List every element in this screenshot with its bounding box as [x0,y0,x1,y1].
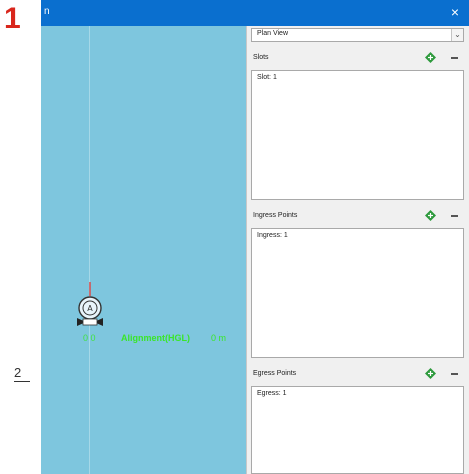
egress-label: Egress Points [253,370,297,377]
canvas-guide-line [89,26,90,474]
title-bar: n × [41,0,469,26]
distance-label: 0 m [211,333,227,343]
add-egress-button[interactable] [425,368,436,379]
chevron-down-icon[interactable]: ⌄ [451,29,463,41]
robot-label: A [87,304,93,313]
minus-icon [451,373,458,375]
slots-list[interactable]: Slot: 1 [251,70,464,200]
list-item[interactable]: Ingress: 1 [257,232,288,239]
side-marker: 2 [14,366,30,382]
remove-slot-button[interactable] [449,52,460,63]
list-item[interactable]: Slot: 1 [257,74,277,81]
view-select-value: Plan View [257,30,289,37]
app-window: n × A 0 0 Alignment(HGL) 0 m Plan View ⌄… [41,0,469,474]
close-icon[interactable]: × [451,4,459,20]
list-item[interactable]: Egress: 1 [257,390,287,397]
origin-coordinate-label: 0 0 [83,333,96,343]
view-select[interactable]: Plan View ⌄ [251,28,464,42]
side-marker-label: 2 [14,365,22,380]
remove-egress-button[interactable] [449,368,460,379]
minus-icon [451,215,458,217]
ingress-label: Ingress Points [253,212,298,219]
plan-canvas[interactable]: A 0 0 Alignment(HGL) 0 m [41,26,246,474]
properties-panel: Plan View ⌄ Slots Slot: 1 Ingress Points… [246,26,469,474]
ingress-list[interactable]: Ingress: 1 [251,228,464,358]
ingress-header: Ingress Points [247,206,469,226]
window-title: n [44,6,50,17]
egress-header: Egress Points [247,364,469,384]
side-marker-underline [14,381,30,382]
step-number-badge: 1 [4,2,21,35]
slots-header: Slots [247,48,469,68]
robot-icon[interactable]: A [77,282,105,336]
slots-label: Slots [253,54,269,61]
remove-ingress-button[interactable] [449,210,460,221]
add-slot-button[interactable] [425,52,436,63]
add-ingress-button[interactable] [425,210,436,221]
alignment-label: Alignment(HGL) [121,333,190,343]
egress-list[interactable]: Egress: 1 [251,386,464,474]
minus-icon [451,57,458,59]
